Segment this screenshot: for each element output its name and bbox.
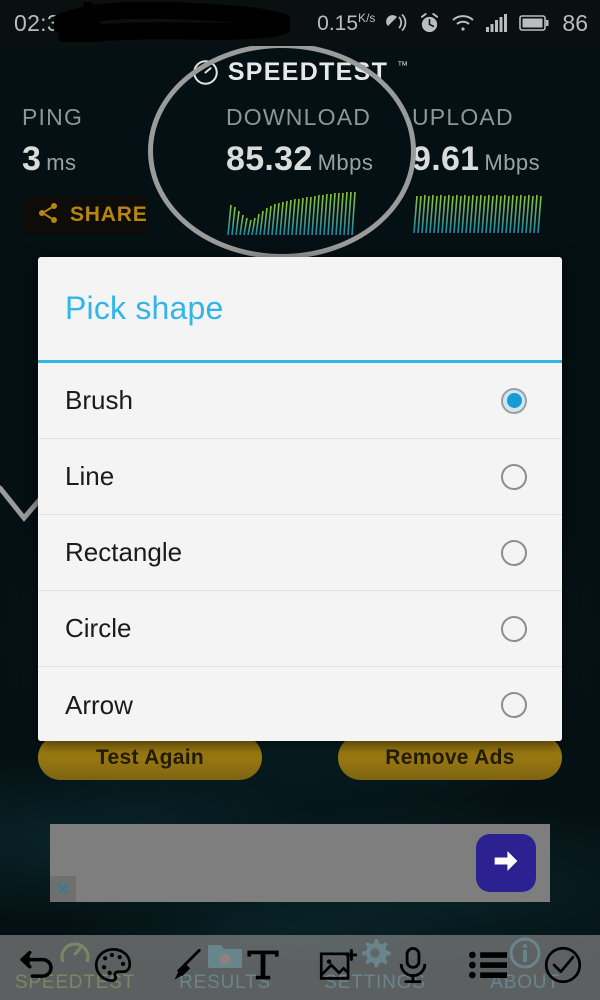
metric-upload-label: UPLOAD [412, 104, 514, 130]
palette-button[interactable] [75, 935, 150, 1000]
annotation-circle-mark [148, 43, 416, 259]
add-image-icon [319, 948, 357, 987]
ad-banner[interactable]: ✕ [50, 824, 550, 902]
share-button-label: SHARE [70, 203, 148, 226]
microphone-icon [397, 946, 429, 989]
palette-icon [94, 947, 132, 988]
share-button[interactable]: SHARE [22, 196, 148, 234]
radio-button-rectangle[interactable] [501, 539, 527, 566]
radio-button-line[interactable] [501, 463, 527, 490]
confirm-button[interactable] [525, 935, 600, 1000]
data-rate-indicator: 0.15K/s [317, 10, 376, 35]
metric-upload-value-row: 9.61 Mbps [412, 140, 600, 179]
shape-option-line[interactable]: Line [38, 439, 562, 515]
shape-option-label: Circle [65, 613, 132, 643]
radio-button-circle[interactable] [501, 615, 527, 642]
test-again-button[interactable]: Test Again [38, 735, 262, 780]
dialog-title: Pick shape [65, 290, 224, 326]
trademark-mark: ™ [397, 60, 409, 72]
arrow-right-icon [489, 844, 523, 883]
data-rate-unit-numerator: K [358, 10, 367, 25]
shape-option-rectangle[interactable]: Rectangle [38, 515, 562, 591]
shape-option-label: Arrow [65, 689, 133, 720]
battery-percent: 86 [562, 9, 588, 36]
remove-ads-button[interactable]: Remove Ads [338, 735, 562, 780]
shape-option-circle[interactable]: Circle [38, 591, 562, 667]
wifi-icon [451, 14, 475, 32]
shape-option-label: Rectangle [65, 537, 183, 567]
data-rate-unit-denominator: s [369, 10, 376, 25]
text-button[interactable] [225, 935, 300, 1000]
radio-button-brush[interactable] [501, 387, 527, 414]
phone-screen: SPEEDTEST ™ PING 3 ms DOWNLOAD 85.32 Mbps [0, 0, 600, 1000]
list-icon [468, 950, 507, 985]
brush-button[interactable] [150, 935, 225, 1000]
undo-icon [18, 949, 58, 987]
metric-upload-value: 9.61 [412, 140, 480, 178]
battery-icon [519, 15, 549, 31]
undo-button[interactable] [0, 935, 75, 1000]
upload-sparkline [413, 194, 542, 234]
check-circle-icon [544, 946, 582, 989]
ad-close-button[interactable]: ✕ [50, 876, 76, 902]
microphone-button[interactable] [375, 935, 450, 1000]
signal-icon [486, 14, 508, 32]
shape-option-list: Brush Line Rectangle Circle Arrow [38, 363, 562, 741]
ad-cta-button[interactable] [476, 834, 536, 892]
metric-ping-unit: ms [46, 150, 77, 175]
data-rate-value: 0.15 [317, 11, 359, 35]
shape-option-label: Brush [65, 385, 133, 415]
alarm-icon [419, 12, 440, 34]
brush-icon [170, 947, 206, 988]
vibrate-icon [386, 13, 408, 33]
status-icons: 0.15K/s 86 [317, 10, 588, 37]
status-bar: 02:36 0.15K/s 86 [0, 0, 600, 46]
status-clock: 02:36 [14, 9, 74, 36]
annotation-toolbar [0, 935, 600, 1000]
text-icon [245, 947, 281, 988]
pick-shape-dialog: Pick shape Brush Line Rectangle Circle A… [38, 257, 562, 741]
list-button[interactable] [450, 935, 525, 1000]
speedtest-action-buttons: Test Again Remove Ads [0, 735, 600, 780]
shape-option-brush[interactable]: Brush [38, 363, 562, 439]
metric-upload-unit: Mbps [484, 150, 541, 175]
add-image-button[interactable] [300, 935, 375, 1000]
metric-ping-value: 3 [22, 140, 42, 178]
metric-upload: UPLOAD 9.61 Mbps [400, 104, 600, 240]
radio-button-arrow[interactable] [501, 692, 527, 718]
share-icon [36, 201, 60, 230]
shape-option-label: Line [65, 461, 115, 491]
shape-option-arrow[interactable]: Arrow [38, 667, 562, 741]
